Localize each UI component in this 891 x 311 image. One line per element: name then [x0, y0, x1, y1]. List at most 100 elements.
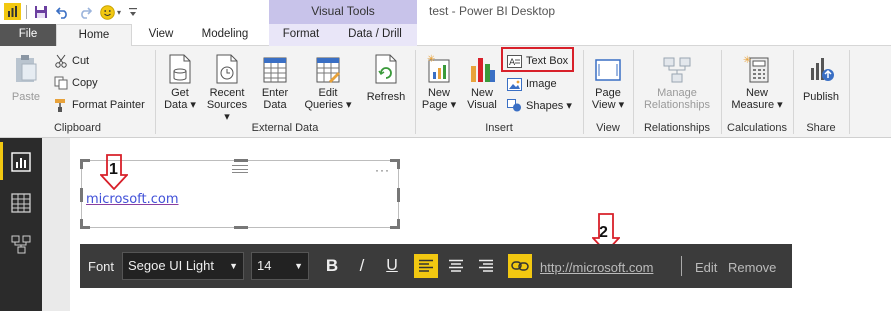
- view-switcher: [0, 138, 42, 311]
- power-bi-logo-icon: [4, 3, 21, 20]
- resize-handle[interactable]: [80, 188, 83, 202]
- new-visual-button[interactable]: New Visual: [464, 54, 500, 111]
- align-left-icon: [419, 259, 433, 272]
- tab-format[interactable]: Format: [269, 24, 333, 46]
- paste-label: Paste: [11, 91, 41, 103]
- edit-queries-label-1: Edit: [318, 87, 338, 99]
- group-separator: [849, 50, 850, 134]
- image-button[interactable]: Image: [507, 75, 557, 93]
- resize-handle[interactable]: [390, 159, 400, 169]
- publish-button[interactable]: Publish: [799, 54, 843, 103]
- get-data-label-1: Get: [171, 87, 189, 99]
- manage-relationships-label-2: Relationships: [643, 99, 711, 111]
- new-page-label-2: Page ▾: [421, 99, 457, 111]
- get-data-button[interactable]: Get Data ▾: [162, 54, 198, 111]
- shapes-button[interactable]: Shapes ▾: [507, 96, 572, 114]
- more-options-icon[interactable]: ···: [375, 163, 390, 177]
- tab-view[interactable]: View: [140, 24, 182, 46]
- font-label: Font: [88, 259, 115, 274]
- customize-qat-icon[interactable]: [128, 3, 138, 21]
- edit-queries-button[interactable]: Edit Queries ▾: [303, 54, 353, 111]
- resize-handle[interactable]: [390, 219, 400, 229]
- new-visual-label-1: New: [470, 87, 493, 99]
- align-left-button[interactable]: [414, 254, 438, 278]
- recent-sources-button[interactable]: Recent Sources ▾: [203, 54, 251, 123]
- recent-sources-label-2: Sources ▾: [206, 99, 248, 123]
- resize-handle[interactable]: [397, 188, 400, 202]
- align-center-icon: [449, 259, 463, 272]
- copy-label: Copy: [72, 77, 98, 89]
- smiley-dropdown-icon[interactable]: ▾: [117, 3, 121, 21]
- smiley-feedback-icon[interactable]: [100, 3, 115, 21]
- redo-icon[interactable]: [78, 3, 92, 21]
- group-label-calculations: Calculations: [727, 122, 787, 134]
- hyperlink-url[interactable]: http://microsoft.com: [540, 260, 653, 275]
- paste-button[interactable]: Paste: [8, 54, 44, 103]
- enter-data-label-1: Enter: [261, 87, 289, 99]
- page-view-label-1: Page: [595, 87, 621, 99]
- align-right-icon: [479, 259, 493, 272]
- textbox-hyperlink-text[interactable]: microsoft.com: [86, 192, 179, 207]
- font-size-select[interactable]: 14 ▼: [251, 252, 309, 280]
- undo-icon[interactable]: [56, 3, 70, 21]
- save-icon[interactable]: [34, 3, 48, 21]
- manage-relationships-label-1: Manage: [657, 87, 697, 99]
- shapes-label: Shapes ▾: [526, 99, 572, 112]
- drag-grip-icon[interactable]: [232, 165, 248, 173]
- resize-handle[interactable]: [234, 226, 248, 229]
- new-visual-label-2: Visual: [467, 99, 497, 111]
- new-measure-label-2: Measure ▾: [731, 99, 783, 111]
- cut-label: Cut: [72, 55, 90, 67]
- new-measure-label-1: New: [745, 87, 768, 99]
- group-label-relationships: Relationships: [643, 122, 711, 134]
- tab-modeling[interactable]: Modeling: [192, 24, 258, 46]
- qat-separator: [26, 5, 27, 19]
- manage-relationships-button[interactable]: Manage Relationships: [640, 54, 714, 111]
- page-view-button[interactable]: Page View ▾: [589, 54, 627, 111]
- tab-file[interactable]: File: [0, 24, 56, 46]
- resize-handle[interactable]: [80, 219, 90, 229]
- relationships-view-button[interactable]: [0, 224, 42, 262]
- report-view-button[interactable]: [0, 142, 42, 180]
- new-page-button[interactable]: ✳ New Page ▾: [421, 54, 457, 111]
- new-measure-button[interactable]: ✳ New Measure ▾: [728, 54, 786, 111]
- page-view-label-2: View ▾: [591, 99, 625, 111]
- enter-data-button[interactable]: Enter Data: [256, 54, 294, 111]
- group-label-external-data: External Data: [251, 122, 319, 134]
- annotation-arrow-1-icon: [100, 154, 128, 190]
- edit-link-button[interactable]: Edit: [695, 260, 717, 275]
- align-right-button[interactable]: [474, 254, 498, 278]
- enter-data-label-2: Data: [263, 99, 287, 111]
- text-box-visual[interactable]: ··· microsoft.com: [80, 159, 400, 229]
- resize-handle[interactable]: [80, 159, 90, 169]
- report-view-icon: [11, 152, 31, 172]
- cut-button[interactable]: Cut: [54, 52, 89, 70]
- recent-sources-label-1: Recent: [209, 87, 245, 99]
- hyperlink-button[interactable]: [508, 254, 532, 278]
- publish-label: Publish: [802, 91, 840, 103]
- group-label-insert: Insert: [485, 122, 513, 134]
- remove-link-button[interactable]: Remove: [728, 260, 776, 275]
- tab-home[interactable]: Home: [56, 24, 132, 47]
- font-family-select[interactable]: Segoe UI Light ▼: [122, 252, 244, 280]
- format-painter-button[interactable]: Format Painter: [54, 96, 145, 114]
- align-center-button[interactable]: [444, 254, 468, 278]
- visual-tools-header: Visual Tools: [269, 0, 417, 24]
- refresh-button[interactable]: Refresh: [364, 54, 408, 103]
- chevron-down-icon: ▼: [229, 261, 238, 271]
- tab-data-drill[interactable]: Data / Drill: [333, 24, 417, 46]
- data-view-button[interactable]: [0, 183, 42, 221]
- bold-button[interactable]: B: [320, 254, 344, 278]
- font-family-value: Segoe UI Light: [128, 258, 215, 273]
- edit-queries-label-2: Queries ▾: [304, 99, 352, 111]
- ribbon: Paste Cut Copy Format Painter Clipboard …: [0, 46, 891, 138]
- refresh-label: Refresh: [366, 91, 406, 103]
- data-view-icon: [11, 193, 31, 213]
- get-data-label-2: Data ▾: [164, 99, 196, 111]
- copy-button[interactable]: Copy: [54, 74, 98, 92]
- group-label-share: Share: [806, 122, 836, 134]
- italic-button[interactable]: /: [350, 254, 374, 278]
- relationships-view-icon: [11, 235, 31, 254]
- resize-handle[interactable]: [234, 159, 248, 162]
- underline-button[interactable]: U: [380, 254, 404, 278]
